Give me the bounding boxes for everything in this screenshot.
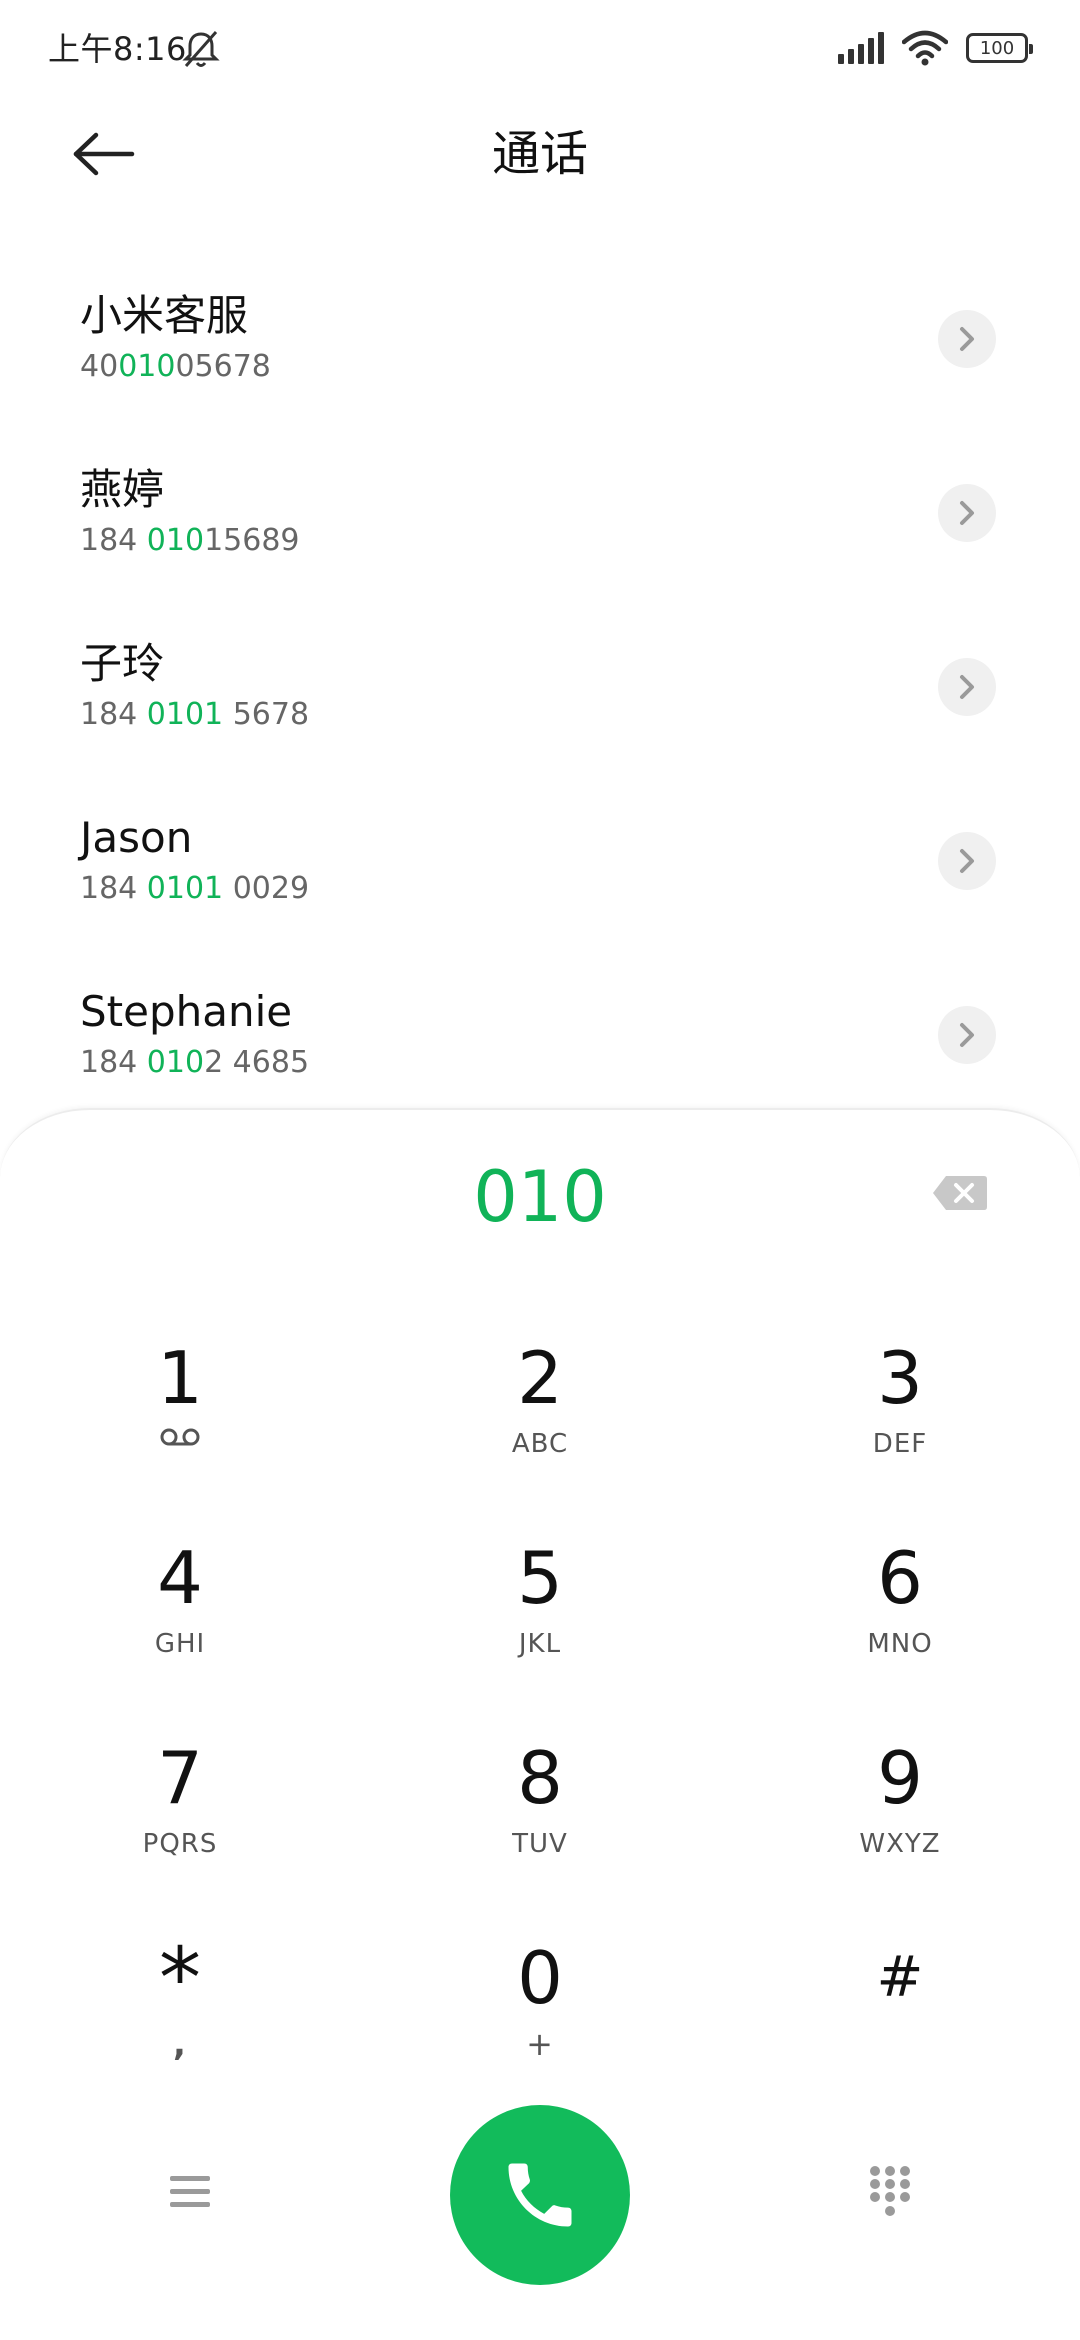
- chevron-right-icon: [960, 501, 974, 525]
- contact-name: 小米客服: [80, 291, 249, 340]
- backspace-icon: [933, 1176, 987, 1210]
- bell-off-icon: [182, 31, 220, 67]
- dialpad-key-6[interactable]: 6 MNO: [750, 1530, 1050, 1710]
- contact-number: 184 01015689: [80, 523, 300, 558]
- status-indicators: 100: [836, 28, 1033, 68]
- key-letters: DEF: [872, 1429, 928, 1459]
- call-button[interactable]: [450, 2105, 630, 2285]
- key-letters: JKL: [518, 1629, 562, 1659]
- contact-number: 184 0101 0029: [80, 871, 310, 906]
- key-letters: PQRS: [142, 1829, 218, 1859]
- key-digit: 0: [517, 1936, 563, 2020]
- key-digit: 7: [157, 1736, 203, 1820]
- contact-detail-button[interactable]: [938, 1006, 996, 1064]
- key-digit: 4: [157, 1536, 203, 1620]
- dialed-number: 010: [473, 1156, 607, 1238]
- contact-detail-button[interactable]: [938, 832, 996, 890]
- battery-icon: 100: [966, 33, 1033, 63]
- key-letters: ,: [173, 2024, 187, 2064]
- key-letters: MNO: [867, 1629, 933, 1659]
- key-digit: 5: [517, 1536, 563, 1620]
- dialpad-key-8[interactable]: 8 TUV: [390, 1730, 690, 1910]
- key-letters: ABC: [511, 1429, 569, 1459]
- key-digit: 2: [517, 1336, 563, 1420]
- contact-name: Stephanie: [80, 987, 293, 1036]
- contact-name: 子玲: [80, 639, 165, 688]
- wifi-icon: [902, 30, 948, 66]
- delete-button[interactable]: [930, 1170, 990, 1216]
- phone-icon: [508, 2163, 572, 2227]
- menu-icon: [170, 2176, 210, 2207]
- contact-item[interactable]: 子玲 184 0101 5678: [0, 596, 1080, 770]
- key-digit: 3: [877, 1336, 923, 1420]
- contact-detail-button[interactable]: [938, 484, 996, 542]
- contact-detail-button[interactable]: [938, 310, 996, 368]
- dialpad-key-9[interactable]: 9 WXYZ: [750, 1730, 1050, 1910]
- key-digit: 9: [877, 1736, 923, 1820]
- number-match: 0101: [146, 871, 224, 906]
- key-digit: *: [159, 1929, 201, 2027]
- dialpad-icon: [870, 2166, 910, 2216]
- contact-item[interactable]: 小米客服 4001005678: [0, 248, 1080, 422]
- dialpad-key-4[interactable]: 4 GHI: [30, 1530, 330, 1710]
- dialpad-key-2[interactable]: 2 ABC: [390, 1330, 690, 1510]
- key-letters: +: [526, 2025, 554, 2063]
- signal-icon: [838, 32, 884, 64]
- contact-number: 184 0101 5678: [80, 697, 310, 732]
- contact-item[interactable]: Stephanie 184 0102 4685: [0, 944, 1080, 1118]
- keypad-toggle-button[interactable]: [860, 2160, 920, 2224]
- dialpad-key-1[interactable]: 1: [30, 1330, 330, 1510]
- dialpad-key-7[interactable]: 7 PQRS: [30, 1730, 330, 1910]
- number-match: 0101: [146, 697, 224, 732]
- contact-number: 4001005678: [80, 349, 271, 384]
- contact-list: 小米客服 4001005678 燕婷 184 01015689 子玲 184 0…: [0, 248, 1080, 1118]
- battery-level: 100: [979, 37, 1015, 59]
- status-time: 上午8:16: [48, 30, 187, 68]
- status-bar: 上午8:16 100: [0, 0, 1080, 96]
- contact-name: Jason: [80, 813, 193, 862]
- contact-item[interactable]: 燕婷 184 01015689: [0, 422, 1080, 596]
- menu-button[interactable]: [160, 2162, 220, 2222]
- number-match: 010: [146, 1045, 205, 1080]
- chevron-right-icon: [960, 849, 974, 873]
- dialpad-key-0[interactable]: 0 +: [390, 1930, 690, 2110]
- contact-item[interactable]: Jason 184 0101 0029: [0, 770, 1080, 944]
- dialpad-key-5[interactable]: 5 JKL: [390, 1530, 690, 1710]
- key-letters: GHI: [154, 1629, 206, 1659]
- key-digit: 6: [877, 1536, 923, 1620]
- voicemail-icon: [160, 1428, 200, 1446]
- chevron-right-icon: [960, 1023, 974, 1047]
- key-letters: WXYZ: [859, 1829, 941, 1859]
- number-match: 010: [146, 523, 205, 558]
- chevron-right-icon: [960, 327, 974, 351]
- contact-number: 184 0102 4685: [80, 1045, 310, 1080]
- page-title: 通话: [491, 126, 588, 182]
- dialpad-key-3[interactable]: 3 DEF: [750, 1330, 1050, 1510]
- dialpad-key-hash[interactable]: #: [750, 1930, 1050, 2110]
- key-letters: TUV: [512, 1829, 568, 1859]
- key-digit: 1: [157, 1336, 203, 1420]
- number-match: 010: [118, 349, 176, 384]
- key-digit: 8: [517, 1736, 563, 1820]
- contact-name: 燕婷: [80, 465, 165, 514]
- dialpad-key-star[interactable]: * ,: [30, 1930, 330, 2110]
- contact-detail-button[interactable]: [938, 658, 996, 716]
- dialpad-panel: 010 1 2 ABC 3 DEF 4 GHI 5 JKL 6 MNO 7 PQ…: [0, 1108, 1080, 2340]
- key-digit: #: [876, 1945, 924, 2010]
- chevron-right-icon: [960, 675, 974, 699]
